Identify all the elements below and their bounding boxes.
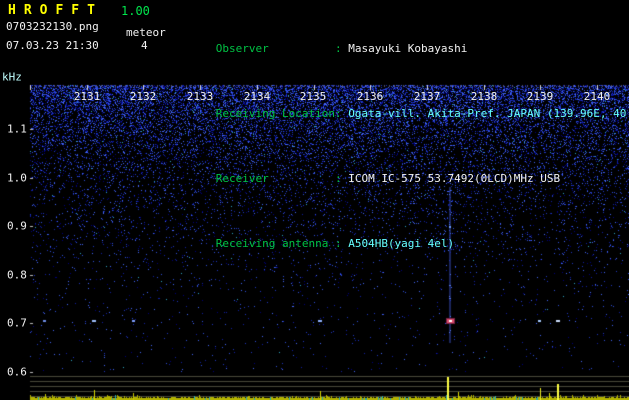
app-version: 1.00 [121,4,150,18]
info-label: Receiver [215,172,269,185]
info-row: Receiving antenna A504HB(yagi 4el) [176,224,629,263]
colon-separator [335,172,348,185]
y-axis-unit: kHz [2,70,22,84]
hrofft-window: HROFFT 1.00 0703232130.png meteor 07.03.… [0,0,629,400]
info-label: Receiving Location [215,107,335,120]
x-tick-label: 2138 [470,90,498,103]
y-tick-label: 1.0 [7,171,27,185]
meteor-count: 4 [141,39,148,52]
timestamp-label: 07.03.23 21:30 [6,39,99,52]
x-tick-label: 2136 [356,90,384,103]
info-label: Observer [215,42,269,55]
colon-separator [335,42,348,55]
info-value: A504HB(yagi 4el) [348,237,455,250]
x-tick-label: 2140 [583,90,611,103]
app-title: HROFFT [8,3,103,18]
x-tick-label: 2132 [129,90,157,103]
y-tick-label: 0.6 [7,365,27,379]
filename-label: 0703232130.png [6,20,99,33]
station-info: Observer Masayuki Kobayashi Receiving Loc… [176,3,629,289]
info-row: Receiver ICOM IC-575 53.7492(0LCD)MHz USB [176,159,629,198]
y-tick-label: 0.7 [7,316,27,330]
colon-separator [335,237,348,250]
x-tick-label: 2133 [186,90,214,103]
x-tick-label: 2139 [526,90,554,103]
x-tick-label: 2137 [413,90,441,103]
mode-label: meteor [126,26,166,39]
info-label: Receiving antenna [215,237,329,250]
colon-separator [335,107,348,120]
info-value: Masayuki Kobayashi [348,42,468,55]
x-tick-label: 2135 [299,90,327,103]
y-tick-label: 1.1 [7,122,27,136]
info-value: Ogata-vill. Akita-Pref. JAPAN (139.96E, … [348,107,629,120]
info-value: ICOM IC-575 53.7492(0LCD)MHz USB [348,172,561,185]
y-tick-label: 0.9 [7,219,27,233]
info-row: Observer Masayuki Kobayashi [176,29,629,68]
y-tick-label: 0.8 [7,268,27,282]
x-tick-label: 2134 [243,90,271,103]
x-tick-label: 2131 [73,90,101,103]
